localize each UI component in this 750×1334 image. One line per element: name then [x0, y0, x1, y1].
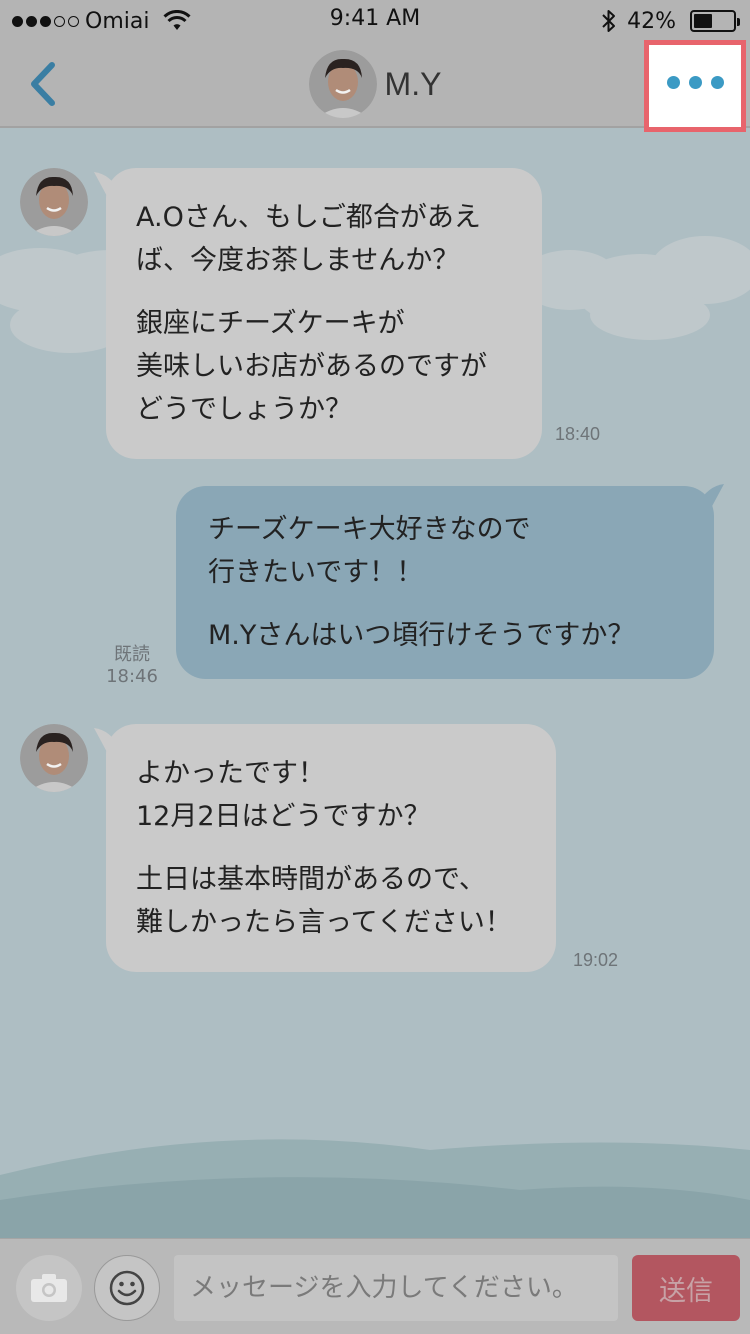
page-title: M.Y [384, 65, 442, 102]
send-button[interactable]: 送信 [632, 1255, 740, 1321]
message-composer: 送信 [0, 1238, 750, 1334]
message-text: 土日は基本時間があるので、 難しかったら言ってください！ [136, 864, 512, 938]
message-bubble[interactable]: A.Oさん、もしご都合があえ ば、今度お茶しませんか？ 銀座にチーズケーキが 美… [106, 168, 542, 459]
message-text: M.Yさんはいつ頃行けそうですか？ [208, 620, 635, 651]
message-text: チーズケーキ大好きなので 行きたいです！！ [208, 514, 531, 588]
message-text: 銀座にチーズケーキが 美味しいお店があるのですが どうでしょうか？ [136, 308, 487, 425]
more-options-button[interactable] [644, 40, 746, 132]
ellipsis-icon [666, 75, 680, 89]
smiley-icon [109, 1270, 145, 1306]
message-text: A.Oさん、もしご都合があえ ば、今度お茶しませんか？ [136, 202, 481, 276]
emoji-button[interactable] [94, 1255, 160, 1321]
chat-header: M.Y [0, 40, 750, 132]
read-receipt: 既読 18:46 [104, 644, 160, 688]
message-input[interactable] [174, 1255, 618, 1321]
battery-icon [690, 10, 740, 32]
message-text: よかったです！ 12月2日はどうですか？ [136, 758, 431, 832]
read-label: 既読 [114, 644, 150, 665]
avatar [308, 50, 377, 118]
bluetooth-icon [602, 10, 616, 32]
battery-percent: 42% [627, 8, 676, 34]
avatar[interactable] [20, 724, 88, 792]
message-bubble[interactable]: よかったです！ 12月2日はどうですか？ 土日は基本時間があるので、 難しかった… [106, 724, 556, 972]
chat-partner[interactable]: M.Y [0, 48, 750, 120]
avatar[interactable] [20, 168, 88, 236]
message-time: 18:40 [555, 424, 601, 444]
message-time: 19:02 [573, 950, 619, 970]
camera-icon [31, 1274, 67, 1302]
message-time: 18:46 [106, 666, 158, 687]
device-status: 42% [601, 6, 740, 36]
message-bubble[interactable]: チーズケーキ大好きなので 行きたいです！！ M.Yさんはいつ頃行けそうですか？ [176, 486, 714, 679]
status-bar: Omiai 9:41 AM 42% [0, 0, 750, 40]
avatar-photo [20, 168, 88, 236]
avatar-photo [20, 724, 88, 792]
camera-button[interactable] [16, 1255, 82, 1321]
